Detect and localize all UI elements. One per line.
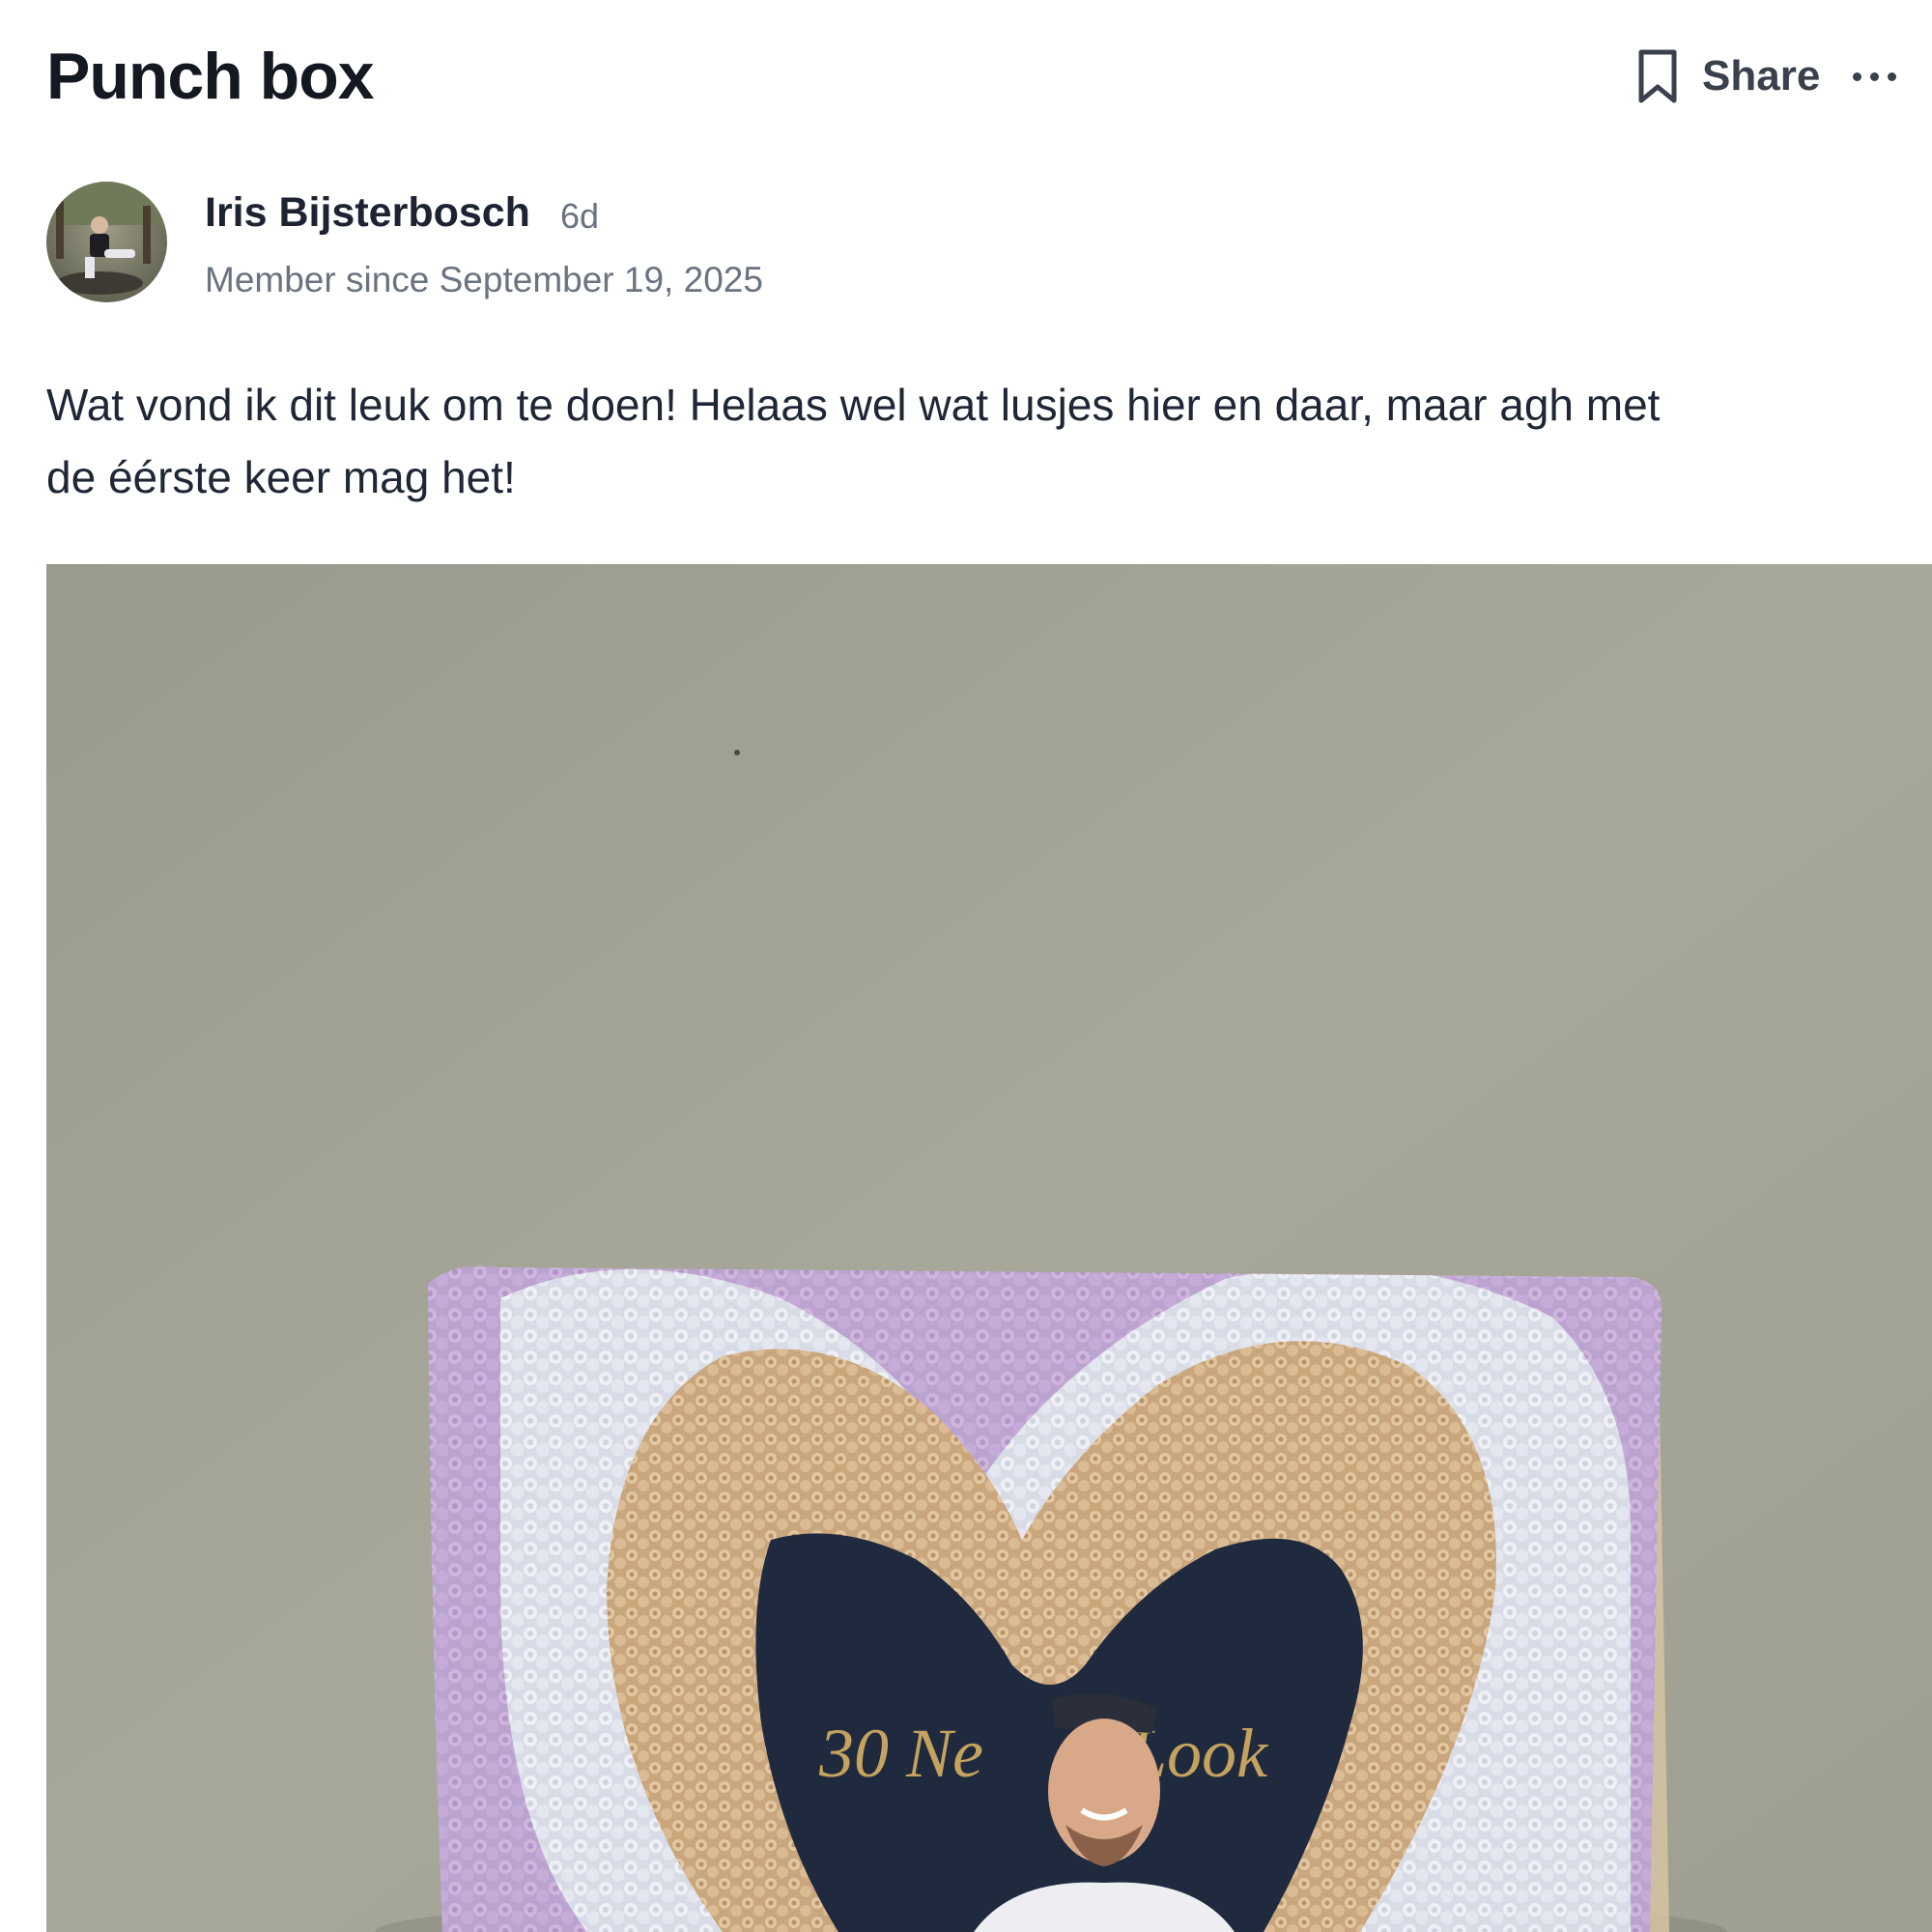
post-page: Punch box Share Iris Bijsterbosch 6d Mem…: [0, 0, 1932, 1932]
more-horizontal-icon: [1853, 71, 1897, 81]
post-actions: Share: [1629, 43, 1897, 110]
post-image[interactable]: 30 Ne Look: [46, 564, 1932, 1932]
post-title: Punch box: [46, 40, 375, 113]
post-body: Wat vond ik dit leuk om te doen! Helaas …: [46, 369, 1932, 514]
author-block: Iris Bijsterbosch 6d Member since Septem…: [46, 182, 1399, 303]
avatar[interactable]: [46, 182, 167, 302]
post-age: 6d: [560, 196, 600, 236]
post-body-line-2: de éérste keer mag het!: [46, 452, 516, 502]
bookmark-button[interactable]: [1629, 43, 1687, 110]
bookmark-icon: [1638, 49, 1677, 103]
member-since: Member since September 19, 2025: [205, 260, 763, 299]
post-body-line-1: Wat vond ik dit leuk om te doen! Helaas …: [46, 380, 1661, 430]
share-button[interactable]: Share: [1702, 43, 1820, 110]
author-name[interactable]: Iris Bijsterbosch: [205, 182, 530, 243]
more-options-button[interactable]: [1853, 43, 1897, 110]
photo-caption-text: 30 Ne: [818, 1715, 983, 1792]
